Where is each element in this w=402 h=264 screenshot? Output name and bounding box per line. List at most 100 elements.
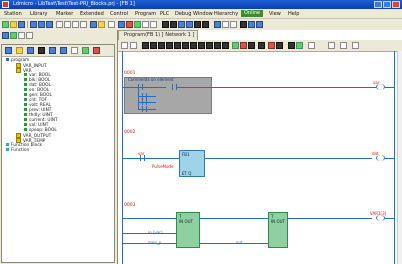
tree-folder-icon[interactable] [16, 47, 23, 54]
settings-icon[interactable] [118, 21, 125, 28]
props-icon[interactable] [328, 42, 335, 49]
function-block[interactable]: FB1 ET Q [179, 150, 205, 177]
breakpoint-icon[interactable] [240, 42, 247, 49]
monitor-icon[interactable] [194, 21, 201, 28]
info-icon[interactable] [248, 21, 255, 28]
redo-icon[interactable] [64, 21, 71, 28]
properties-icon[interactable] [18, 32, 25, 39]
online-icon[interactable] [162, 21, 169, 28]
contact[interactable] [172, 84, 177, 90]
menu-hierarchy[interactable]: Hierarchy [214, 11, 238, 17]
replace-icon[interactable] [80, 21, 87, 28]
output-coil[interactable] [376, 215, 385, 221]
cross-ref-icon[interactable] [308, 42, 315, 49]
menu-library[interactable]: Library [30, 11, 47, 17]
contact-nc-icon[interactable] [150, 42, 157, 49]
help-icon[interactable] [256, 21, 263, 28]
function-block[interactable]: T IN OUT [176, 212, 200, 248]
minimize-button[interactable] [374, 1, 382, 8]
more-icon[interactable] [352, 42, 359, 49]
label-icon[interactable] [214, 42, 221, 49]
zoom-in-icon[interactable] [288, 42, 295, 49]
select-icon[interactable] [121, 42, 128, 49]
stop-icon[interactable] [126, 21, 133, 28]
input-label: mon_p [148, 240, 162, 245]
insert-row-icon[interactable] [258, 42, 265, 49]
reset-coil-icon[interactable] [174, 42, 181, 49]
output-coil[interactable] [376, 155, 385, 161]
set-coil-icon[interactable] [166, 42, 173, 49]
menu-plc[interactable]: PLC [160, 11, 169, 17]
tree-delete-icon[interactable] [93, 47, 100, 54]
window-icon[interactable] [214, 21, 221, 28]
output-coil[interactable] [376, 84, 385, 90]
project-tree-pane: program VAR_INPUT VAR var: BOOL blk: BOO… [1, 44, 115, 263]
download-icon[interactable] [178, 21, 185, 28]
compile-icon[interactable] [90, 21, 97, 28]
tree-add-icon[interactable] [82, 47, 89, 54]
cut-icon[interactable] [30, 21, 37, 28]
menu-marker[interactable]: Marker [56, 11, 73, 17]
extra-icon[interactable] [340, 42, 347, 49]
new-icon[interactable] [2, 21, 9, 28]
tree-view-icon[interactable] [5, 47, 12, 54]
menu-debug[interactable]: Debug [175, 11, 191, 17]
editor-tab[interactable]: Program(FB 1) [ Network 1 ] [118, 30, 198, 40]
comment-icon[interactable] [222, 42, 229, 49]
library-icon[interactable] [10, 32, 17, 39]
tile-icon[interactable] [222, 21, 229, 28]
tree-collapse-icon[interactable] [60, 47, 67, 54]
find-icon[interactable] [72, 21, 79, 28]
run-icon[interactable] [134, 21, 141, 28]
pointer-icon[interactable] [130, 42, 137, 49]
coil-icon[interactable] [158, 42, 165, 49]
vertical-scrollbar[interactable] [397, 51, 402, 264]
zoom-icon[interactable] [142, 21, 149, 28]
branch-icon[interactable] [182, 42, 189, 49]
contact[interactable] [142, 106, 147, 112]
build-icon[interactable] [98, 21, 105, 28]
filter-icon[interactable] [296, 42, 303, 49]
open-icon[interactable] [10, 21, 17, 28]
undo-icon[interactable] [56, 21, 63, 28]
list-icon[interactable] [26, 32, 33, 39]
network-icon[interactable] [276, 42, 283, 49]
negate-icon[interactable] [248, 42, 255, 49]
menu-extended[interactable]: Extended [80, 11, 104, 17]
copy-icon[interactable] [38, 21, 45, 28]
jump-icon[interactable] [198, 42, 205, 49]
print-icon[interactable] [108, 21, 115, 28]
force-icon[interactable] [202, 21, 209, 28]
tree-new-icon[interactable] [71, 47, 78, 54]
tree-item-function[interactable]: Function [6, 148, 29, 153]
menu-program[interactable]: Program [135, 11, 156, 17]
delete-row-icon[interactable] [268, 42, 275, 49]
fb-icon[interactable] [232, 42, 239, 49]
menu-online[interactable]: Online [241, 10, 264, 17]
menu-station[interactable]: Station [4, 11, 22, 17]
upload-icon[interactable] [186, 21, 193, 28]
grid-icon[interactable] [150, 21, 157, 28]
maximize-button[interactable] [383, 1, 391, 8]
tree-refresh-icon[interactable] [27, 47, 34, 54]
return-icon[interactable] [206, 42, 213, 49]
cross-icon[interactable] [240, 21, 247, 28]
tree-filter-icon[interactable] [38, 47, 45, 54]
save-icon[interactable] [18, 21, 25, 28]
variable-icon [24, 103, 27, 106]
menu-control[interactable]: Control [110, 11, 128, 17]
menu-view[interactable]: View [269, 11, 281, 17]
contact-no-icon[interactable] [142, 42, 149, 49]
offline-icon[interactable] [170, 21, 177, 28]
cascade-icon[interactable] [230, 21, 237, 28]
wire-icon[interactable] [190, 42, 197, 49]
menu-help[interactable]: Help [288, 11, 299, 17]
menu-window[interactable]: Window [193, 11, 213, 17]
function-block[interactable]: T IN OUT [268, 212, 288, 248]
paste-icon[interactable] [46, 21, 53, 28]
project-icon[interactable] [2, 32, 9, 39]
contact[interactable] [142, 99, 147, 105]
contact[interactable] [140, 155, 145, 161]
close-button[interactable] [392, 1, 400, 8]
tree-expand-icon[interactable] [49, 47, 56, 54]
